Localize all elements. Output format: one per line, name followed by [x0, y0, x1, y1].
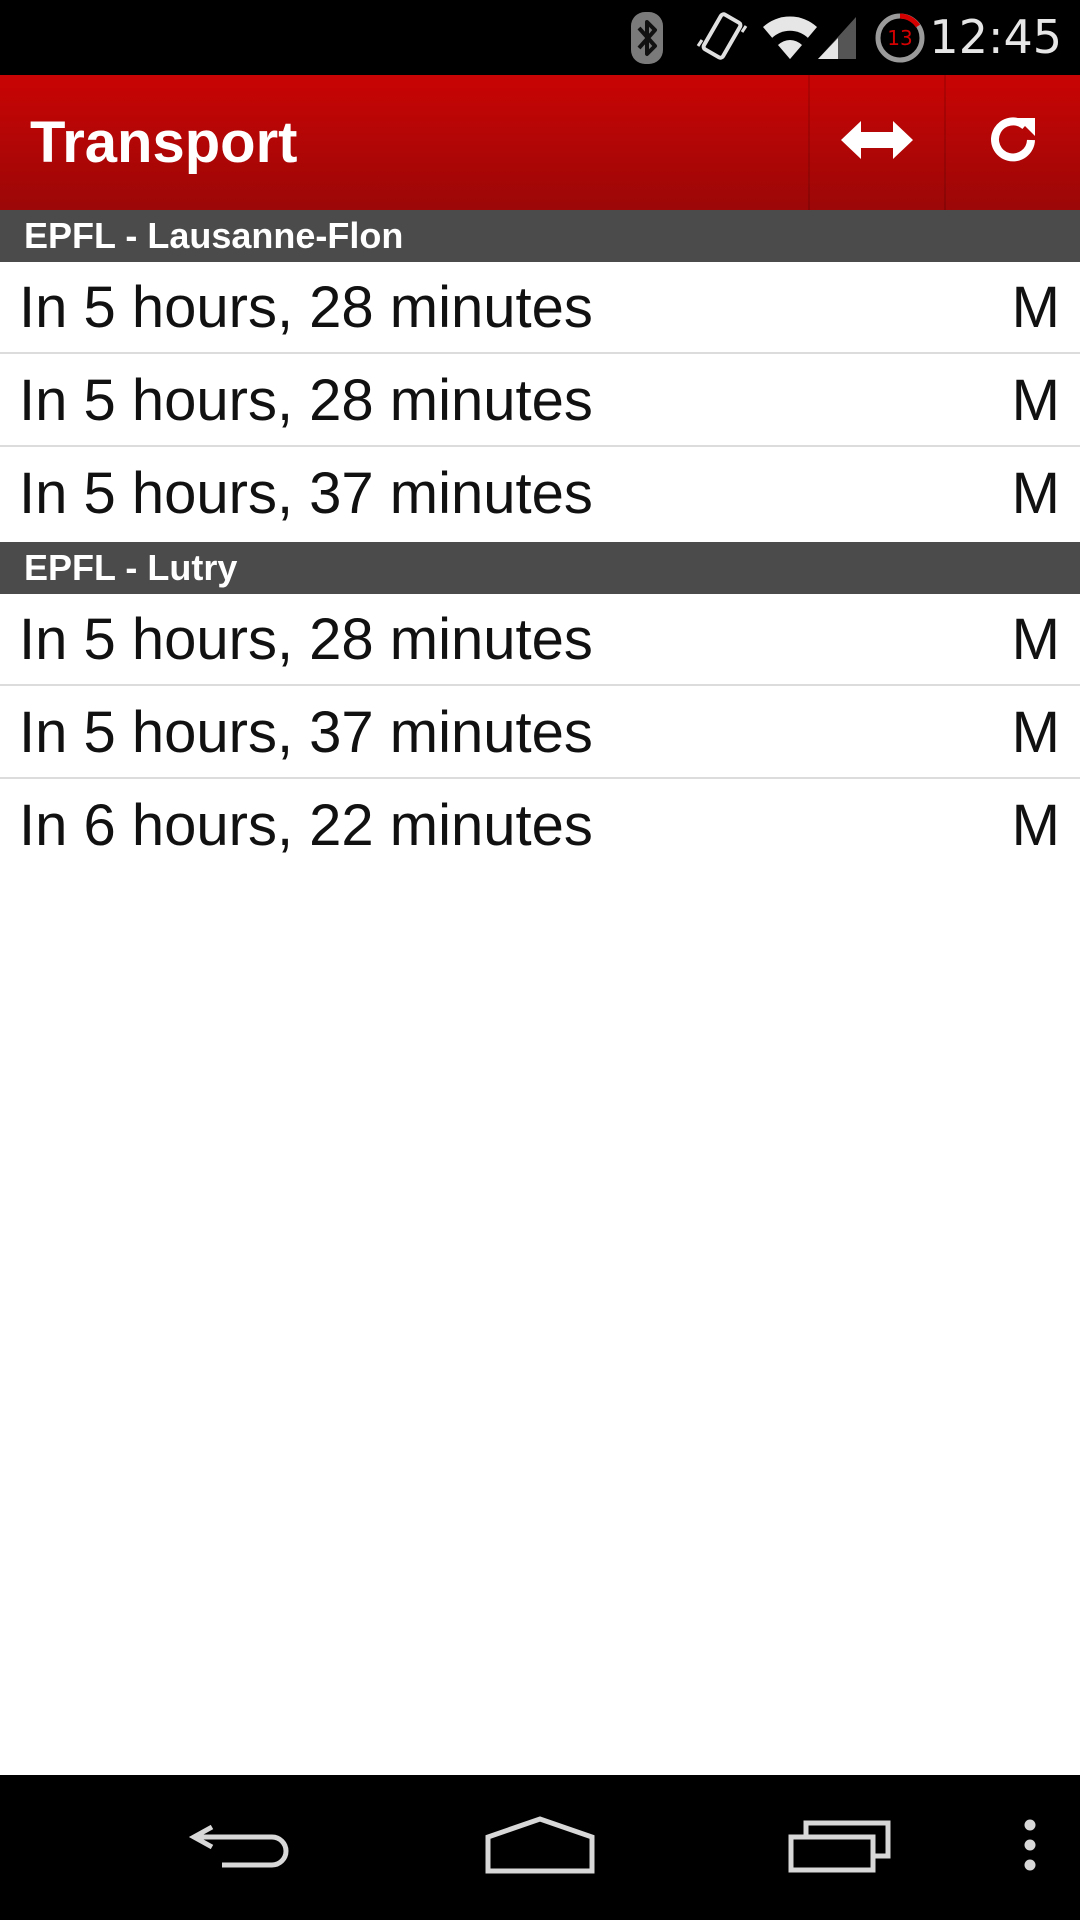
overflow-menu-button[interactable] — [1000, 1775, 1060, 1920]
departure-row[interactable]: In 6 hours, 22 minutes M — [0, 780, 1080, 872]
line-label: M — [1011, 368, 1060, 433]
home-icon — [484, 1815, 596, 1880]
navigation-bar — [0, 1775, 1080, 1920]
timer-badge-count: 13 — [887, 26, 912, 50]
departure-row[interactable]: In 5 hours, 28 minutes M — [0, 594, 1080, 686]
line-label: M — [1011, 461, 1060, 526]
section-header-lutry: EPFL - Lutry — [0, 542, 1080, 594]
action-bar: Transport — [0, 75, 1080, 210]
departure-time: In 6 hours, 22 minutes — [19, 793, 593, 858]
recent-apps-icon — [788, 1817, 892, 1878]
wifi-icon — [760, 0, 820, 75]
vibrate-icon — [692, 0, 752, 75]
line-label: M — [1011, 275, 1060, 340]
departure-time: In 5 hours, 28 minutes — [19, 607, 593, 672]
departure-time: In 5 hours, 28 minutes — [19, 275, 593, 340]
departure-row[interactable]: In 5 hours, 37 minutes M — [0, 448, 1080, 540]
section-header-lausanne-flon: EPFL - Lausanne-Flon — [0, 210, 1080, 262]
departure-time: In 5 hours, 37 minutes — [19, 461, 593, 526]
line-label: M — [1011, 700, 1060, 765]
line-label: M — [1011, 793, 1060, 858]
page-title: Transport — [30, 110, 298, 175]
timer-icon: 13 — [872, 0, 928, 75]
signal-icon — [815, 0, 859, 75]
swap-direction-icon — [839, 117, 915, 168]
back-button[interactable] — [170, 1775, 310, 1920]
bluetooth-icon — [622, 0, 672, 75]
home-button[interactable] — [470, 1775, 610, 1920]
line-label: M — [1011, 607, 1060, 672]
recent-apps-button[interactable] — [770, 1775, 910, 1920]
refresh-button[interactable] — [944, 75, 1080, 210]
departure-row[interactable]: In 5 hours, 37 minutes M — [0, 687, 1080, 779]
overflow-menu-icon — [1022, 1819, 1038, 1876]
status-clock: 12:45 — [929, 10, 1062, 64]
back-icon — [188, 1817, 292, 1878]
departure-time: In 5 hours, 37 minutes — [19, 700, 593, 765]
swap-direction-button[interactable] — [808, 75, 944, 210]
refresh-icon — [987, 114, 1039, 171]
departure-row[interactable]: In 5 hours, 28 minutes M — [0, 355, 1080, 447]
status-bar: 13 12:45 — [0, 0, 1080, 75]
departure-time: In 5 hours, 28 minutes — [19, 368, 593, 433]
departure-row[interactable]: In 5 hours, 28 minutes M — [0, 262, 1080, 354]
